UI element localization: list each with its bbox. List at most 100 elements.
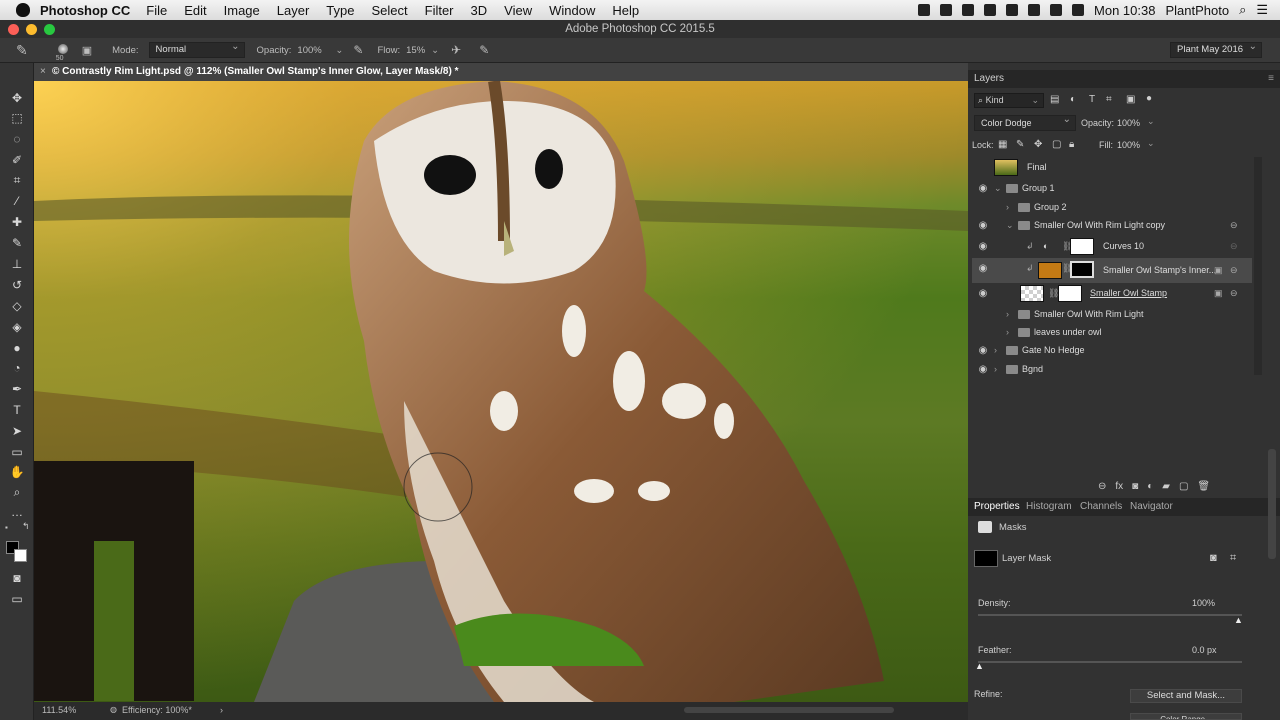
opacity-chevron-icon[interactable]: ⌄ [335, 45, 343, 56]
zoom-readout[interactable]: 111.54% [42, 702, 76, 718]
layer-row-gate[interactable]: ◉ › Gate No Hedge [972, 340, 1230, 361]
visibility-eye-icon[interactable]: ◉ [976, 359, 990, 380]
smart-filter-icon[interactable]: ▣ [1214, 283, 1223, 304]
layer-opacity-value[interactable]: 100% [1117, 118, 1140, 128]
visibility-eye-icon[interactable]: ◉ [976, 283, 990, 304]
opacity-value[interactable]: 100% [297, 45, 331, 56]
lock-all-icon[interactable]: 🔒︎ [1069, 139, 1074, 150]
filter-pixel-icon[interactable]: ▤ [1050, 94, 1059, 105]
layer-mask-thumbnail[interactable] [1058, 285, 1082, 302]
zoom-tool-icon[interactable]: ⌕ [9, 485, 25, 499]
default-colors-icon[interactable]: ▪ [5, 523, 8, 532]
feather-slider[interactable] [978, 661, 1242, 663]
density-value[interactable]: 100% [1192, 598, 1215, 608]
screen-mode-icon[interactable]: ▭ [9, 592, 25, 606]
blur-tool-icon[interactable]: ● [9, 341, 25, 355]
pixel-mask-icon[interactable]: ◙ [1210, 552, 1217, 564]
lock-transparent-icon[interactable]: ▦ [998, 139, 1007, 150]
layer-row-rim-light-copy[interactable]: ◉ ⌄ Smaller Owl With Rim Light copy ⊖ [972, 215, 1238, 236]
layer-mask-thumbnail-selected[interactable] [1070, 261, 1094, 278]
quick-select-tool-icon[interactable]: ✐ [9, 153, 25, 167]
layer-row-group-1[interactable]: ◉ ⌄ Group 1 [972, 178, 1230, 199]
bell-icon[interactable] [940, 4, 953, 16]
fx-icon[interactable]: fx [1115, 481, 1123, 495]
filter-smartobject-icon[interactable]: ▣ [1126, 94, 1135, 105]
menu-edit[interactable]: Edit [184, 3, 206, 18]
menu-3d[interactable]: 3D [471, 3, 488, 18]
visibility-eye-icon[interactable]: ◉ [976, 236, 990, 257]
menu-type[interactable]: Type [326, 3, 354, 18]
lasso-tool-icon[interactable]: ◌ [9, 132, 25, 146]
menu-file[interactable]: File [146, 3, 167, 18]
screen-record-icon[interactable] [918, 4, 931, 16]
link-icon[interactable]: ⊖ [1230, 236, 1238, 257]
layer-row-curves-10[interactable]: ◉ ↲ ◐ ⛓ Curves 10 ⊖ [972, 236, 1238, 259]
link-layers-icon[interactable]: ⊖ [1098, 481, 1106, 495]
close-window-button[interactable] [8, 24, 19, 35]
visibility-eye-icon[interactable]: ◉ [976, 258, 990, 279]
link-icon[interactable]: ⊖ [1230, 258, 1238, 283]
layer-thumbnail[interactable] [1020, 285, 1044, 302]
tab-properties[interactable]: Properties [974, 498, 1020, 516]
clone-stamp-tool-icon[interactable]: ⊥ [9, 257, 25, 271]
history-brush-tool-icon[interactable]: ↺ [9, 278, 25, 292]
menu-filter[interactable]: Filter [425, 3, 454, 18]
layers-scrollbar[interactable] [1254, 157, 1262, 375]
tab-histogram[interactable]: Histogram [1026, 498, 1072, 516]
visibility-eye-icon[interactable]: ◉ [976, 340, 990, 361]
lock-image-icon[interactable]: ✎ [1016, 139, 1024, 150]
layer-fill-thumbnail[interactable] [1038, 262, 1062, 279]
tab-navigator[interactable]: Navigator [1130, 498, 1173, 516]
collapse-arrow-icon[interactable]: › [994, 359, 997, 380]
paint-bucket-tool-icon[interactable]: ◈ [9, 320, 25, 334]
visibility-eye-icon[interactable]: ◉ [976, 178, 990, 199]
layer-row-inner-glow-selected[interactable]: ◉ ↲ ⛓ Smaller Owl Stamp's Inner... ▣ ⊖ [972, 258, 1252, 283]
pressure-size-icon[interactable]: ✎ [479, 43, 489, 57]
quick-mask-icon[interactable]: ◙ [9, 571, 25, 585]
smart-filter-icon[interactable]: ▣ [1214, 258, 1223, 283]
gear-status-icon[interactable] [1006, 4, 1019, 16]
healing-brush-tool-icon[interactable]: ✚ [9, 215, 25, 229]
opacity-chevron-icon-layers[interactable]: ⌄ [1147, 116, 1155, 127]
link-icon[interactable]: ⊖ [1230, 215, 1238, 236]
bluetooth-icon[interactable] [1028, 4, 1041, 16]
layer-row-bgnd[interactable]: ◉ › Bgnd [972, 359, 1230, 380]
mode-dropdown[interactable]: Normal [148, 40, 245, 58]
new-group-icon[interactable]: ▰ [1162, 481, 1170, 495]
visibility-eye-icon[interactable]: ◉ [976, 215, 990, 236]
app-menu[interactable]: Photoshop CC [40, 3, 130, 18]
flow-chevron-icon[interactable]: ⌄ [431, 45, 439, 56]
time-machine-icon[interactable] [1050, 4, 1063, 16]
collapse-arrow-icon[interactable]: › [994, 340, 997, 361]
lock-position-icon[interactable]: ✥ [1034, 139, 1042, 150]
notification-center-icon[interactable]: ☰ [1256, 2, 1268, 18]
menu-image[interactable]: Image [224, 3, 260, 18]
filter-adjustment-icon[interactable]: ◐ [1070, 94, 1076, 105]
horizontal-scrollbar[interactable] [684, 707, 894, 713]
eraser-tool-icon[interactable]: ◇ [9, 299, 25, 313]
minimize-window-button[interactable] [26, 24, 37, 35]
swap-colors-icon[interactable]: ↰ [22, 521, 30, 532]
marquee-tool-icon[interactable]: ⬚ [9, 111, 25, 125]
blend-mode-dropdown[interactable]: Color Dodge [974, 113, 1076, 131]
expand-arrow-icon[interactable]: ⌄ [1006, 215, 1014, 236]
layer-row-final[interactable]: Final [972, 157, 1230, 178]
menu-select[interactable]: Select [371, 3, 407, 18]
close-document-icon[interactable]: × [40, 63, 46, 81]
expand-arrow-icon[interactable]: ⌄ [994, 178, 1002, 199]
document-tab[interactable]: × © Contrastly Rim Light.psd @ 112% (Sma… [34, 63, 968, 81]
move-tool-icon[interactable]: ✥ [9, 91, 25, 105]
path-select-tool-icon[interactable]: ➤ [9, 424, 25, 438]
filter-toggle-icon[interactable]: ● [1146, 93, 1152, 104]
select-and-mask-button[interactable]: Select and Mask... [1130, 689, 1242, 703]
menu-view[interactable]: View [504, 3, 532, 18]
type-tool-icon[interactable]: T [9, 403, 25, 417]
brush-tool-icon[interactable]: ✎ [16, 42, 28, 59]
crop-tool-icon[interactable]: ⌗ [9, 173, 25, 187]
new-layer-icon[interactable]: ▢ [1179, 481, 1188, 495]
feather-slider-handle[interactable]: ▲ [975, 661, 984, 671]
layer-row-owl-stamp[interactable]: ◉ ⛓ Smaller Owl Stamp ▣ ⊖ [972, 283, 1238, 306]
color-range-button[interactable]: Color Range... [1130, 713, 1242, 720]
dodge-tool-icon[interactable]: ◔ [9, 361, 25, 375]
layers-tab[interactable]: Layers [974, 70, 1004, 88]
